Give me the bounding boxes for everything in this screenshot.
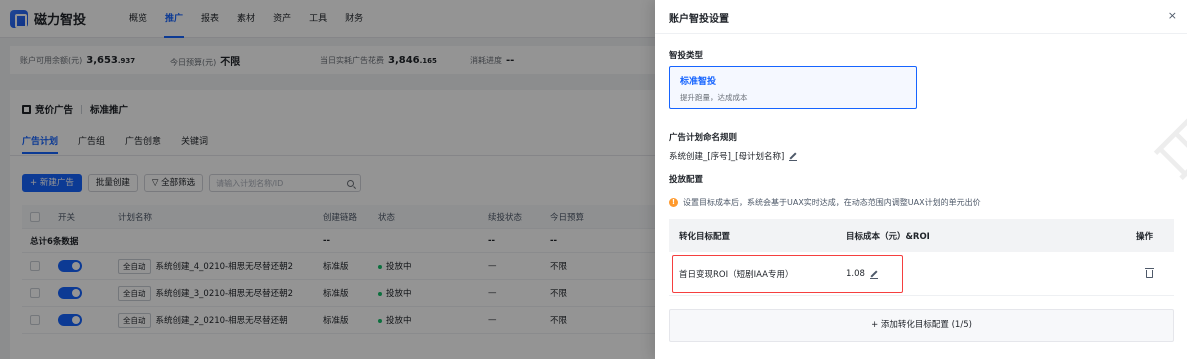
type-section-title: 智投类型 [669, 51, 704, 61]
naming-rule: 系统创建_[序号]_[母计划名称] [669, 150, 798, 162]
header-cost: 目标成本（元）&ROI [846, 231, 930, 242]
drawer-header-divider [655, 33, 1187, 34]
add-conversion-target-button[interactable]: + 添加转化目标配置 (1/5) [669, 309, 1174, 342]
naming-rule-value: 系统创建_[序号]_[母计划名称] [669, 152, 785, 162]
type-card-name: 标准智投 [680, 77, 717, 87]
drawer-title: 账户智投设置 [669, 14, 729, 25]
modal-overlay[interactable] [0, 0, 655, 359]
header-target: 转化目标配置 [679, 231, 731, 242]
header-ops: 操作 [1136, 231, 1154, 242]
delivery-notice: ! 设置目标成本后，系统会基于UAX实时达成，在动态范围内调整UAX计划的单元出… [669, 197, 981, 208]
smart-delivery-drawer: 账户智投设置 × 智投类型 标准智投 提升跑量，达成成本 广告计划命名规则 系统… [655, 0, 1187, 359]
conversion-target-table: 转化目标配置 目标成本（元）&ROI 操作 首日变现ROI（短剧IAA专用） 1… [669, 219, 1174, 296]
notice-text: 设置目标成本后，系统会基于UAX实时达成，在动态范围内调整UAX计划的单元出价 [683, 198, 981, 207]
highlight-box [672, 255, 903, 293]
standard-type-card[interactable]: 标准智投 提升跑量，达成成本 [669, 66, 917, 109]
watermark: 日自网络 [1138, 99, 1187, 344]
delivery-section-title: 投放配置 [669, 175, 704, 185]
conversion-table-header: 转化目标配置 目标成本（元）&ROI 操作 [669, 219, 1174, 252]
type-card-description: 提升跑量，达成成本 [680, 93, 748, 102]
naming-section-title: 广告计划命名规则 [669, 133, 738, 143]
close-icon[interactable]: × [1168, 9, 1177, 22]
conversion-ops [1136, 267, 1174, 278]
delete-icon[interactable] [1145, 267, 1154, 278]
edit-naming-icon[interactable] [789, 152, 798, 161]
warning-icon: ! [669, 198, 678, 207]
